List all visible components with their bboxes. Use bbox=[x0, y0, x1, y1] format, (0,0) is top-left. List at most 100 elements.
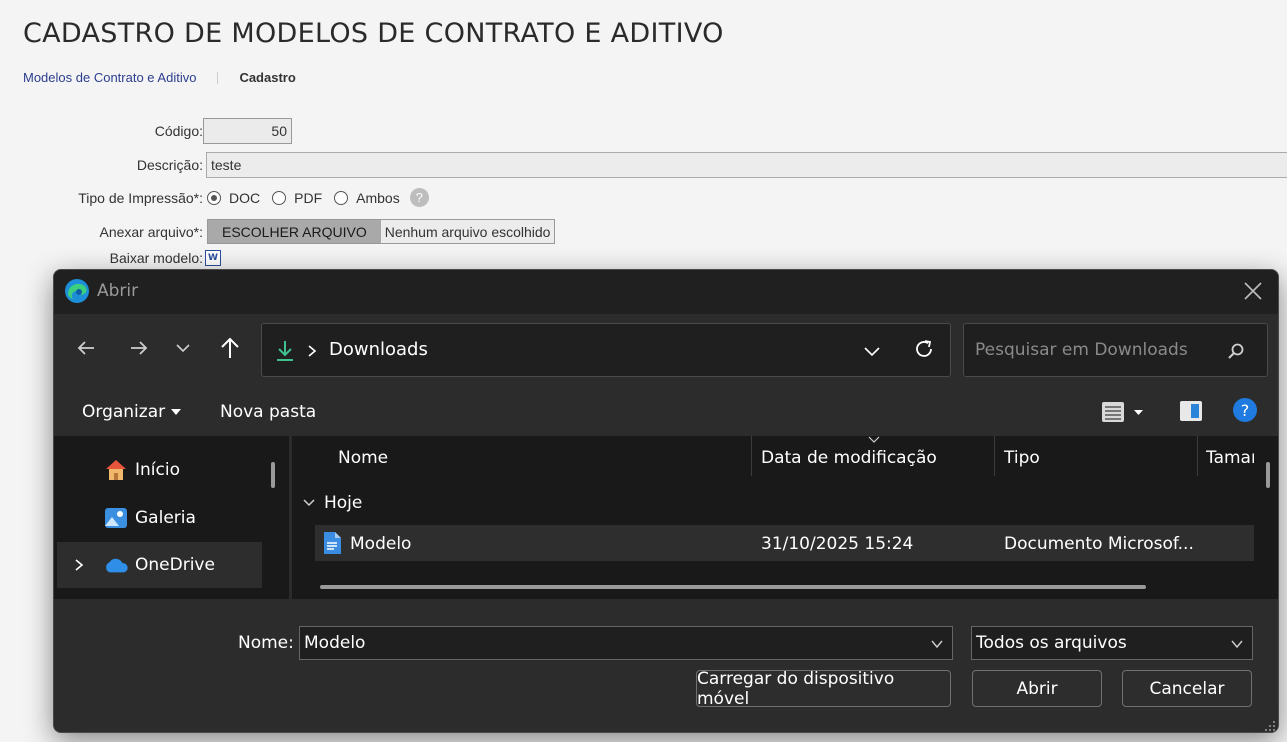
tipo-impressao-label: Tipo de Impressão*: bbox=[78, 189, 203, 206]
expand-chevron-icon[interactable] bbox=[73, 558, 85, 572]
anexar-label: Anexar arquivo*: bbox=[99, 223, 203, 240]
gallery-icon bbox=[103, 505, 129, 531]
home-icon bbox=[103, 457, 129, 483]
nav-item-onedrive[interactable]: OneDrive bbox=[57, 542, 262, 588]
file-input[interactable]: ESCOLHER ARQUIVO Nenhum arquivo escolhid… bbox=[207, 219, 556, 244]
word-document-icon bbox=[324, 532, 341, 554]
close-icon[interactable] bbox=[1242, 280, 1264, 302]
nav-item-galeria[interactable]: Galeria bbox=[57, 495, 262, 541]
word-download-icon[interactable]: W bbox=[205, 250, 221, 266]
list-view-icon bbox=[1102, 402, 1124, 422]
radio-ambos-label[interactable]: Ambos bbox=[356, 190, 400, 206]
breadcrumb-current: Cadastro bbox=[239, 70, 296, 85]
horizontal-scrollbar[interactable] bbox=[320, 585, 1146, 589]
open-file-dialog: Abrir Downloads Pesquisar em Downloads O… bbox=[53, 269, 1279, 733]
page-title: CADASTRO DE MODELOS DE CONTRATO E ADITIV… bbox=[23, 18, 724, 49]
descricao-label: Descrição: bbox=[136, 157, 203, 173]
search-input[interactable]: Pesquisar em Downloads bbox=[963, 323, 1268, 377]
organize-label: Organizar bbox=[82, 402, 166, 422]
choose-file-button[interactable]: ESCOLHER ARQUIVO bbox=[208, 220, 381, 243]
arrow-up-icon bbox=[221, 337, 239, 358]
download-icon bbox=[277, 341, 293, 361]
column-header-tipo[interactable]: Tipo bbox=[1004, 448, 1040, 468]
preview-pane-icon bbox=[1180, 401, 1202, 421]
organize-button[interactable]: Organizar bbox=[82, 402, 182, 422]
descricao-field[interactable]: teste bbox=[206, 152, 1287, 178]
baixar-label: Baixar modelo: bbox=[109, 250, 203, 266]
onedrive-icon bbox=[103, 552, 129, 578]
file-list: Nome Data de modificação Tipo Tamar Hoje… bbox=[292, 436, 1278, 599]
preview-pane-button[interactable] bbox=[1179, 399, 1203, 423]
group-label: Hoje bbox=[324, 493, 363, 513]
resize-grip-icon[interactable] bbox=[1264, 720, 1276, 732]
radio-pdf-label[interactable]: PDF bbox=[294, 190, 322, 206]
codigo-field[interactable]: 50 bbox=[203, 118, 292, 144]
chevron-down-icon bbox=[1231, 640, 1243, 649]
sort-indicator-icon bbox=[868, 436, 880, 443]
address-bar[interactable]: Downloads bbox=[261, 323, 951, 377]
baixar-row: Baixar modelo: W bbox=[0, 250, 221, 266]
tipo-impressao-row: Tipo de Impressão*: DOC PDF Ambos ? bbox=[0, 188, 429, 207]
view-options-button[interactable] bbox=[1101, 400, 1143, 424]
dialog-footer: Nome: Modelo Todos os arquivos Carregar … bbox=[54, 599, 1278, 732]
dialog-titlebar: Abrir bbox=[54, 270, 1278, 314]
file-type: Documento Microsof... bbox=[1004, 534, 1194, 554]
column-header-tamanho[interactable]: Tamar bbox=[1206, 448, 1254, 468]
radio-ambos[interactable] bbox=[334, 190, 349, 205]
address-dropdown-icon[interactable] bbox=[863, 342, 881, 360]
search-icon[interactable] bbox=[1227, 342, 1245, 360]
nav-item-label: Galeria bbox=[135, 508, 196, 528]
filename-field[interactable]: Modelo bbox=[299, 626, 953, 660]
upload-from-mobile-button[interactable]: Carregar do dispositivo móvel bbox=[696, 669, 951, 709]
arrow-right-icon bbox=[131, 341, 148, 355]
group-header-hoje[interactable]: Hoje bbox=[302, 493, 362, 513]
edge-browser-icon bbox=[65, 279, 89, 303]
collapse-chevron-icon[interactable] bbox=[302, 498, 316, 508]
help-dialog-icon: ? bbox=[1233, 398, 1257, 422]
file-modified: 31/10/2025 15:24 bbox=[761, 534, 914, 554]
filename-dropdown-icon[interactable] bbox=[930, 637, 944, 651]
descricao-row: Descrição: teste bbox=[0, 152, 1287, 178]
breadcrumb-link-models[interactable]: Modelos de Contrato e Aditivo bbox=[23, 70, 196, 85]
cancel-button[interactable]: Cancelar bbox=[1122, 670, 1252, 707]
file-row[interactable]: Modelo 31/10/2025 15:24 Documento Micros… bbox=[315, 525, 1254, 561]
radio-pdf[interactable] bbox=[272, 190, 287, 205]
dialog-toolbar: Organizar Nova pasta ? bbox=[54, 387, 1278, 436]
new-folder-button[interactable]: Nova pasta bbox=[220, 402, 316, 422]
column-separator[interactable] bbox=[1197, 436, 1198, 476]
navigation-pane: Início Galeria OneDrive bbox=[54, 436, 284, 599]
filename-label: Nome: bbox=[238, 633, 294, 653]
codigo-row: Código: 50 bbox=[0, 118, 292, 144]
file-status-text: Nenhum arquivo escolhido bbox=[380, 220, 555, 243]
chevron-right-icon[interactable] bbox=[306, 344, 318, 358]
vertical-scrollbar[interactable] bbox=[1266, 462, 1270, 488]
up-button[interactable] bbox=[216, 334, 244, 362]
radio-doc-label[interactable]: DOC bbox=[229, 190, 260, 206]
view-caret-icon bbox=[1134, 409, 1143, 415]
breadcrumb-separator bbox=[217, 71, 219, 84]
file-name: Modelo bbox=[350, 534, 412, 554]
forward-button[interactable] bbox=[125, 334, 153, 362]
nav-item-inicio[interactable]: Início bbox=[57, 447, 262, 493]
recent-locations-button[interactable] bbox=[169, 334, 197, 362]
address-folder[interactable]: Downloads bbox=[329, 339, 428, 360]
dialog-title: Abrir bbox=[97, 281, 139, 301]
radio-doc[interactable] bbox=[207, 190, 221, 205]
back-button[interactable] bbox=[72, 334, 100, 362]
column-header-nome[interactable]: Nome bbox=[338, 448, 388, 468]
column-separator[interactable] bbox=[994, 436, 995, 476]
open-button[interactable]: Abrir bbox=[972, 670, 1102, 707]
file-type-value: Todos os arquivos bbox=[976, 633, 1127, 653]
column-separator[interactable] bbox=[751, 436, 752, 476]
breadcrumb: Modelos de Contrato e Aditivo Cadastro bbox=[23, 70, 296, 85]
help-button[interactable]: ? bbox=[1233, 398, 1257, 422]
nav-item-label: OneDrive bbox=[135, 555, 215, 575]
arrow-left-icon bbox=[77, 341, 94, 355]
filename-value: Modelo bbox=[304, 633, 366, 653]
column-header-data[interactable]: Data de modificação bbox=[761, 448, 937, 468]
file-type-select[interactable]: Todos os arquivos bbox=[971, 626, 1253, 660]
nav-item-label: Início bbox=[135, 460, 180, 480]
refresh-icon[interactable] bbox=[913, 338, 935, 360]
nav-scrollbar[interactable] bbox=[271, 462, 275, 488]
help-icon[interactable]: ? bbox=[409, 188, 429, 207]
